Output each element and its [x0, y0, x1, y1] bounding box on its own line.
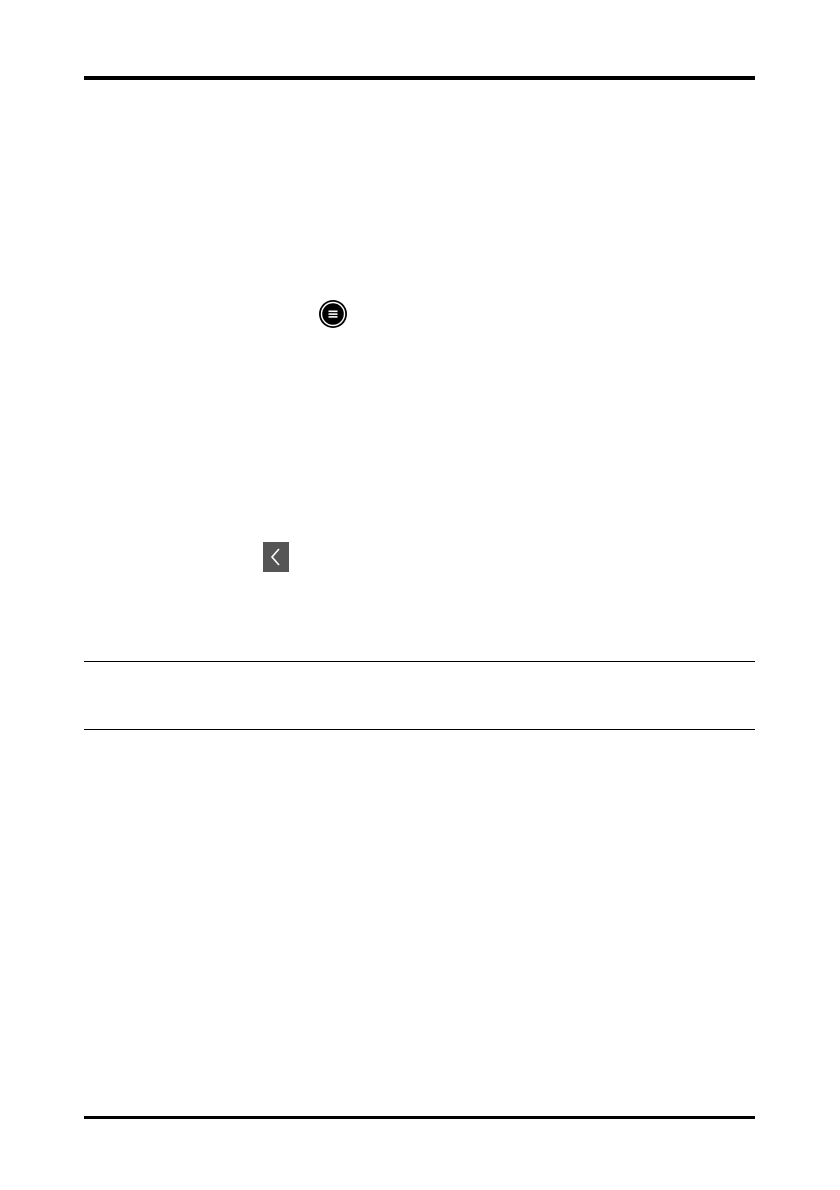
footer-rule: [84, 1116, 755, 1119]
menu-circle-icon: [318, 299, 348, 329]
table-bottom-rule: [84, 729, 755, 730]
header-rule: [84, 76, 755, 80]
chevron-left-icon: [263, 542, 289, 572]
table-top-rule: [84, 661, 755, 662]
